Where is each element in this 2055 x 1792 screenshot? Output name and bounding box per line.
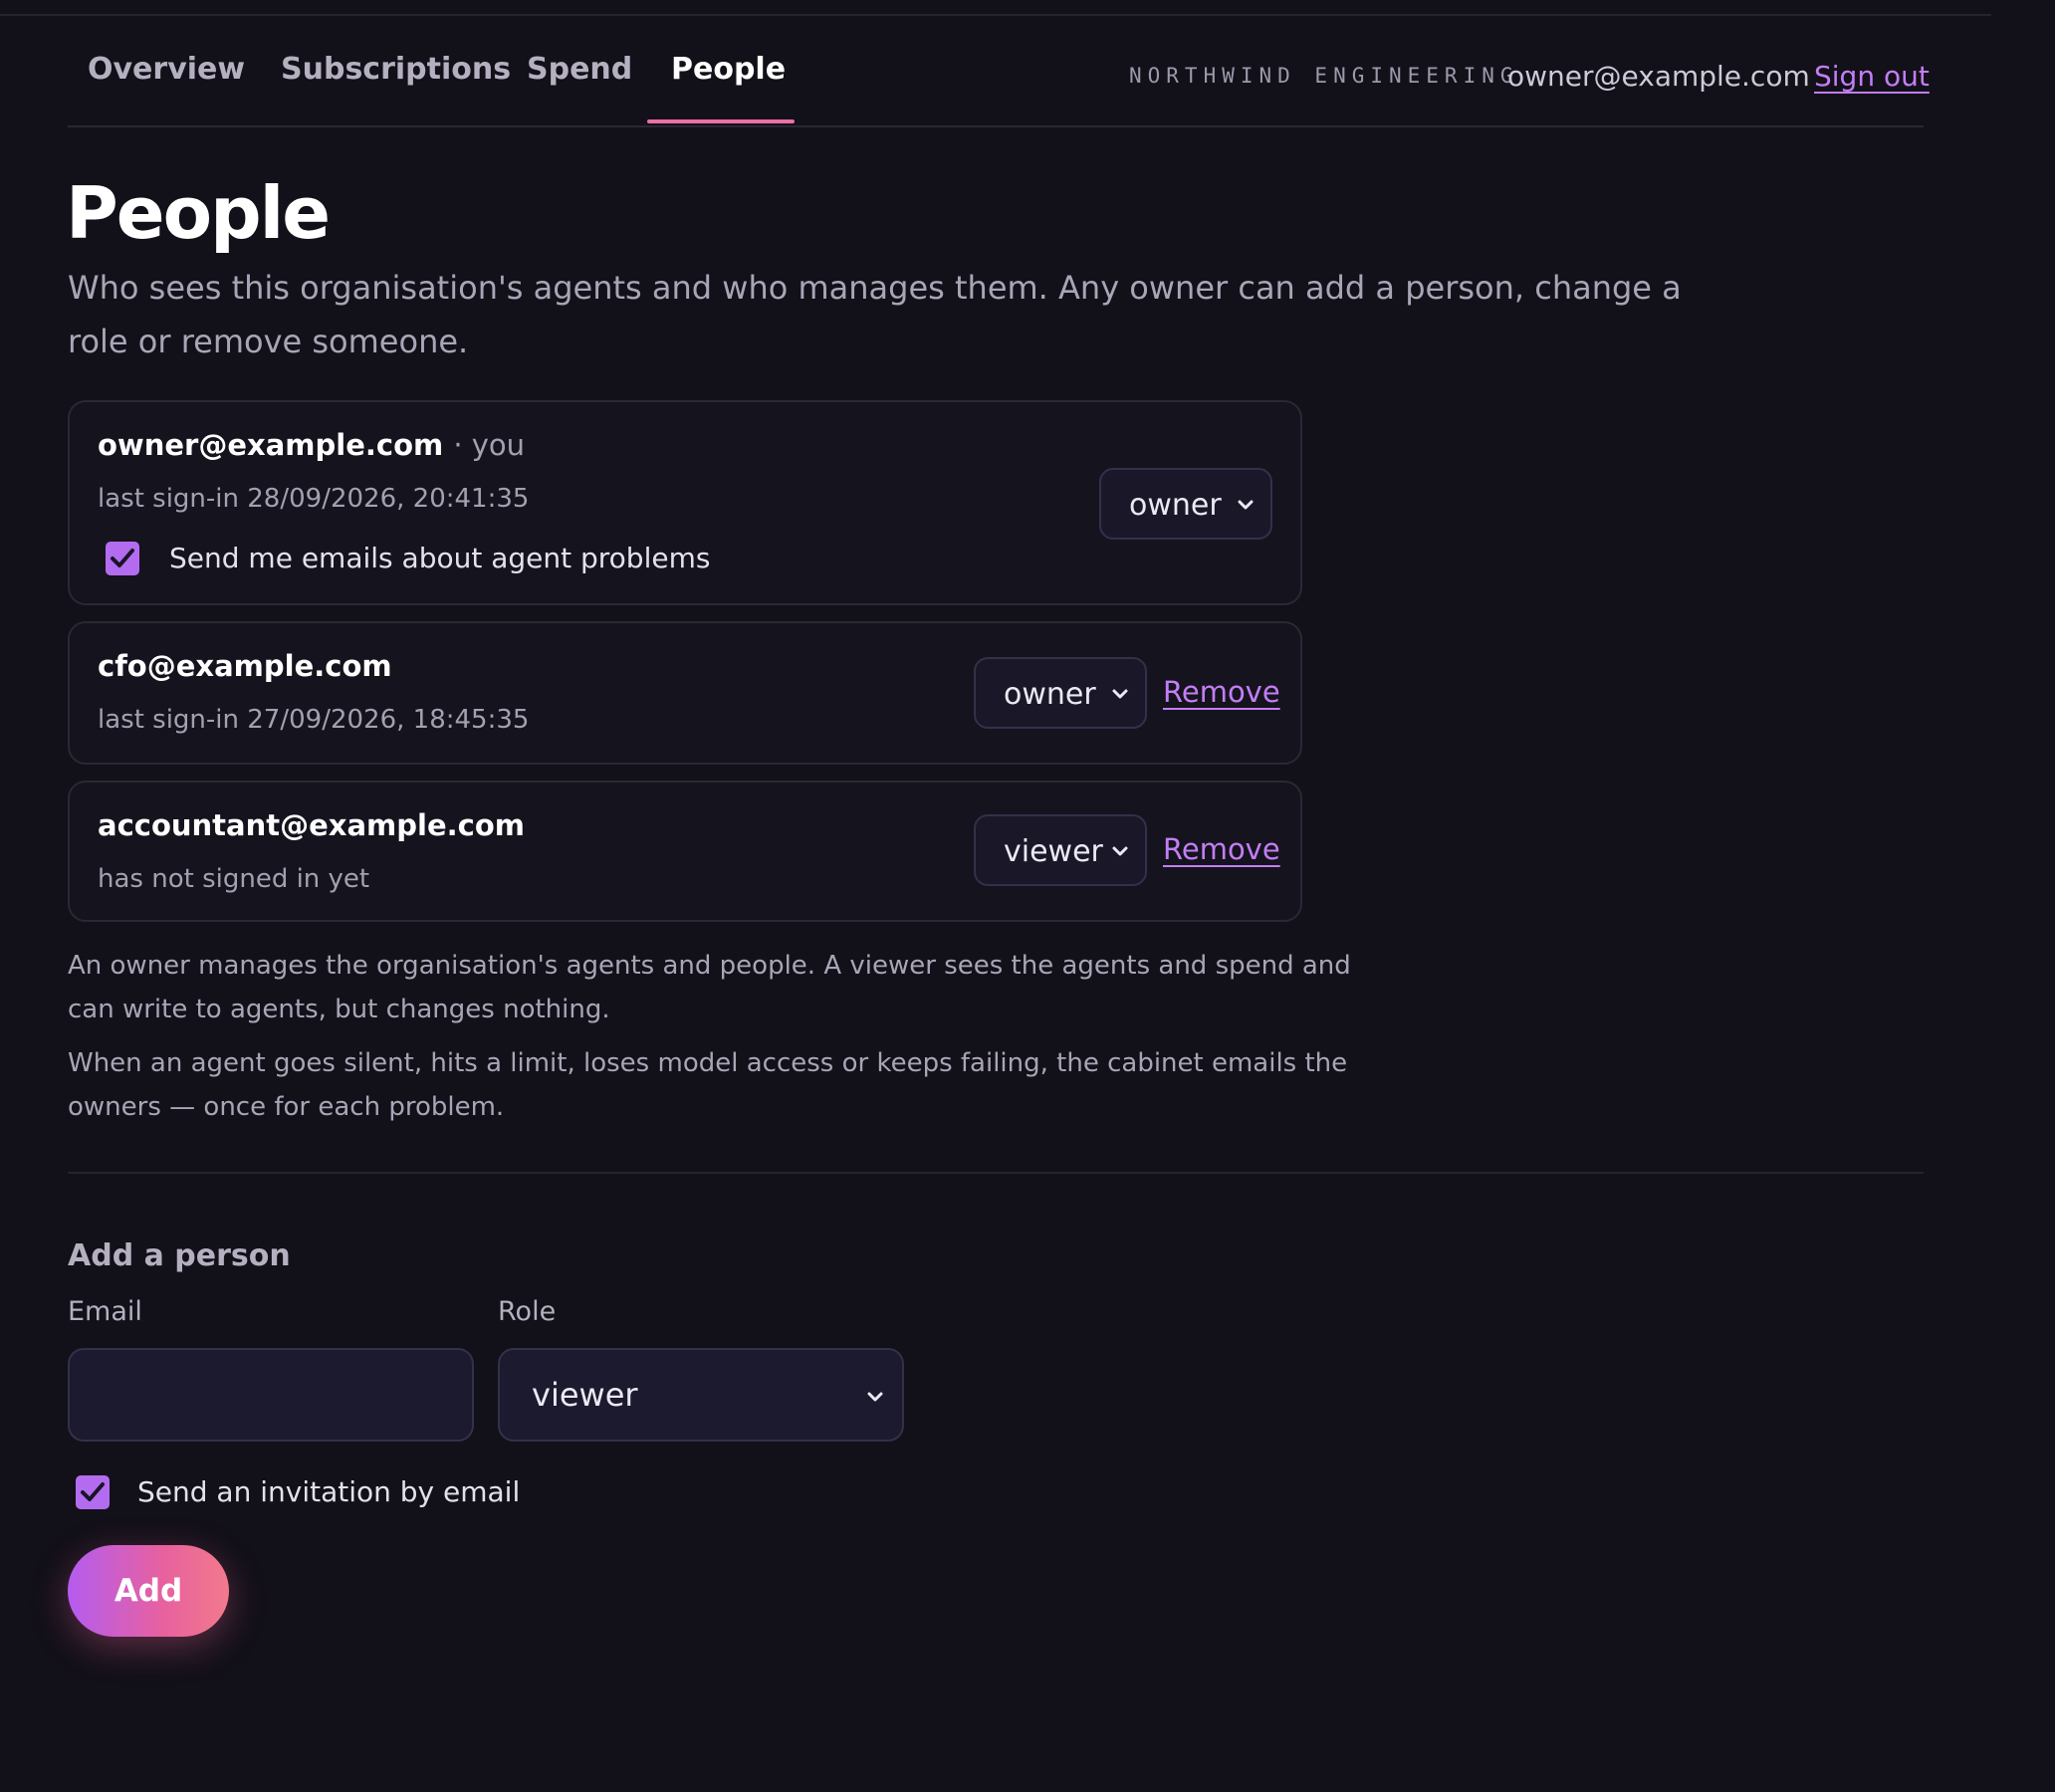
member-card: accountant@example.com has not signed in… — [68, 781, 1302, 922]
role-select[interactable]: owner — [974, 657, 1147, 729]
add-button[interactable]: Add — [68, 1545, 229, 1637]
member-email: accountant@example.com — [98, 808, 525, 842]
sign-out-link[interactable]: Sign out — [1814, 60, 1930, 93]
tab-overview[interactable]: Overview — [88, 52, 245, 87]
section-divider — [68, 1172, 1924, 1174]
email-label: Email — [68, 1296, 142, 1327]
member-email: cfo@example.com — [98, 649, 392, 683]
page-title: People — [66, 171, 331, 255]
tab-people[interactable]: People — [671, 52, 786, 87]
you-indicator: · you — [453, 428, 526, 462]
new-person-role-value: viewer — [532, 1376, 638, 1414]
member-last-signin: last sign-in 27/09/2026, 18:45:35 — [98, 705, 530, 735]
member-last-signin: last sign-in 28/09/2026, 20:41:35 — [98, 484, 530, 514]
member-card: owner@example.com · you last sign-in 28/… — [68, 400, 1302, 605]
tab-spend[interactable]: Spend — [527, 52, 632, 87]
alerts-explanation: When an agent goes silent, hits a limit,… — [68, 1048, 1348, 1122]
role-select-value: owner — [1129, 488, 1222, 523]
add-person-heading: Add a person — [68, 1238, 291, 1273]
chevron-down-icon — [1238, 500, 1254, 510]
checkmark-icon — [111, 549, 134, 567]
active-tab-indicator — [647, 119, 795, 123]
page-description: Who sees this organisation's agents and … — [68, 269, 1682, 360]
member-last-signin: has not signed in yet — [98, 864, 370, 894]
role-select[interactable]: viewer — [974, 814, 1147, 886]
chevron-down-icon — [1112, 689, 1128, 699]
notify-label: Send me emails about agent problems — [169, 542, 711, 574]
role-select-value: owner — [1004, 677, 1096, 712]
remove-link[interactable]: Remove — [1163, 675, 1280, 709]
invite-checkbox[interactable] — [76, 1475, 110, 1509]
roles-explanation: An owner manages the organisation's agen… — [68, 951, 1351, 1024]
role-select[interactable]: owner — [1099, 468, 1272, 540]
chevron-down-icon — [1112, 846, 1128, 856]
email-input[interactable] — [68, 1348, 474, 1442]
tab-subscriptions[interactable]: Subscriptions — [281, 52, 511, 87]
chevron-down-icon — [867, 1392, 883, 1402]
member-email: owner@example.com · you — [98, 428, 525, 462]
remove-link[interactable]: Remove — [1163, 832, 1280, 866]
member-email-text: owner@example.com — [98, 428, 444, 462]
notify-checkbox[interactable] — [106, 542, 139, 575]
current-user-email: owner@example.com — [1507, 60, 1810, 93]
role-label: Role — [498, 1296, 557, 1327]
invite-label: Send an invitation by email — [137, 1475, 521, 1508]
member-card: cfo@example.com last sign-in 27/09/2026,… — [68, 621, 1302, 765]
role-select-value: viewer — [1004, 834, 1103, 869]
new-person-role-select[interactable]: viewer — [498, 1348, 904, 1442]
top-nav: Overview Subscriptions Spend People NORT… — [68, 16, 1930, 127]
checkmark-icon — [81, 1482, 105, 1501]
organisation-name: NORTHWIND ENGINEERING — [1129, 64, 1519, 88]
